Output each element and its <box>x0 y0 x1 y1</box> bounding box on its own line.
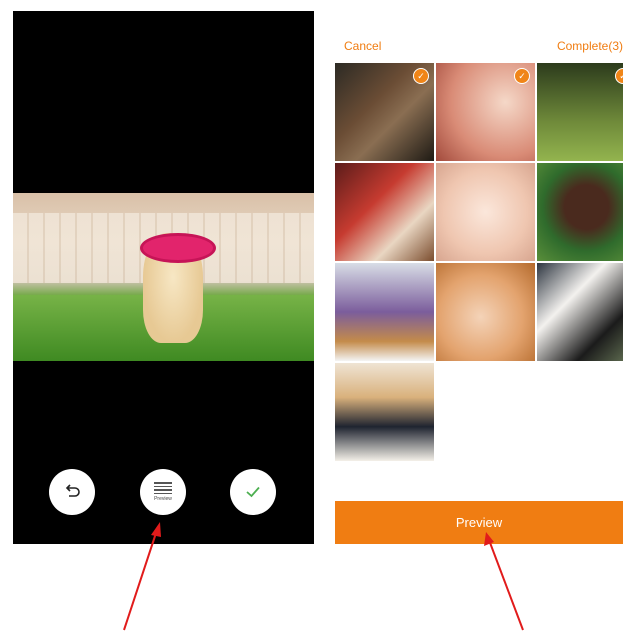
annotation-arrow-right <box>484 532 524 631</box>
annotation-arrow-left <box>123 522 161 631</box>
annotation-arrows <box>123 522 524 631</box>
